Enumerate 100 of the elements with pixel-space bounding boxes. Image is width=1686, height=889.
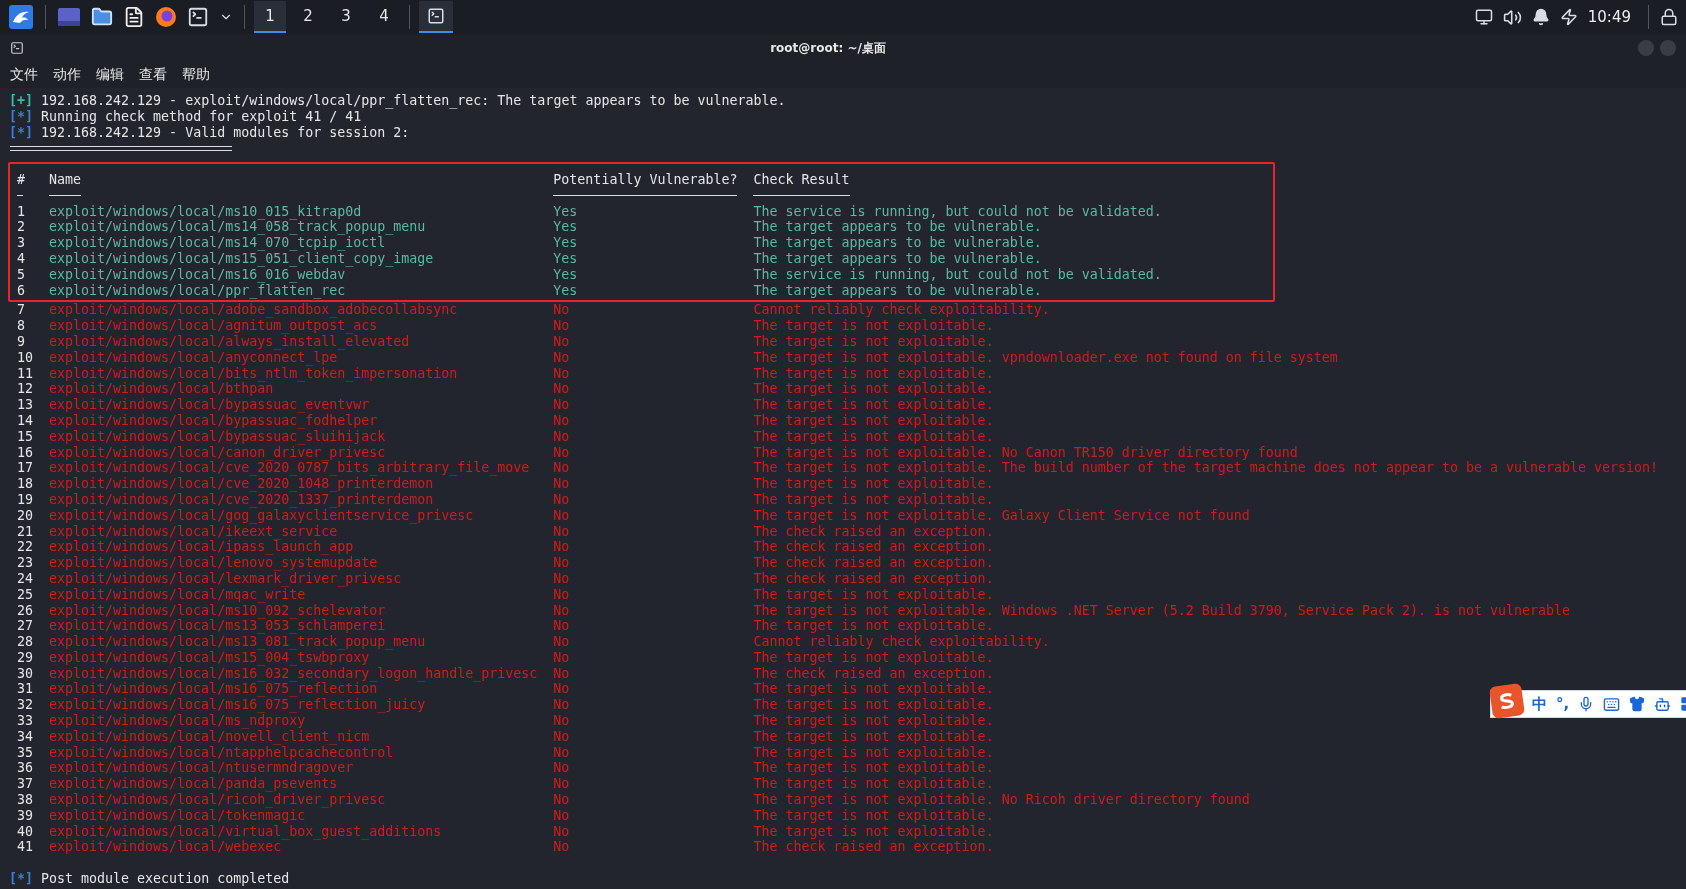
check-result: The target is not exploitable. bbox=[753, 381, 994, 398]
check-result: The target is not exploitable. bbox=[753, 491, 994, 508]
output-line: 192.168.242.129 - exploit/windows/local/ppr_flatten_rec: The target appears to be vulnerable. bbox=[41, 93, 786, 109]
status-marker: [*] bbox=[9, 871, 34, 887]
row-number: 34 bbox=[17, 728, 33, 745]
check-result: The target is not exploitable. bbox=[753, 397, 994, 413]
module-name: exploit/windows/local/ms16_075_reflection_juicy bbox=[49, 697, 426, 714]
workspace-tab[interactable]: 4 bbox=[368, 1, 400, 33]
row-number: 4 bbox=[17, 250, 25, 267]
row-number: 1 bbox=[17, 203, 25, 220]
menu-item[interactable]: 动作 bbox=[53, 66, 81, 84]
vulnerable-value: No bbox=[553, 602, 570, 619]
check-result: The target is not exploitable. bbox=[753, 776, 994, 793]
check-result: The target is not exploitable. No Canon TR150 driver directory found bbox=[753, 444, 1298, 461]
terminal-icon bbox=[10, 41, 24, 55]
check-result: The check raised an exception. bbox=[753, 570, 994, 587]
robot-icon[interactable] bbox=[1654, 695, 1672, 713]
name-header: Name bbox=[49, 172, 82, 188]
vulnerable-value: No bbox=[553, 665, 570, 682]
module-name: exploit/windows/local/ms14_070_tcpip_ioctl bbox=[49, 235, 386, 251]
input-mode-toggle[interactable]: 中 bbox=[1532, 694, 1547, 714]
check-result: The target is not exploitable. bbox=[753, 713, 994, 729]
module-name: exploit/windows/local/bypassuac_fodhelper bbox=[49, 412, 378, 429]
output-line: 192.168.242.129 - Valid modules for session 2: bbox=[41, 124, 410, 141]
terminal-task-button[interactable] bbox=[419, 1, 453, 33]
check-result: The check raised an exception. bbox=[753, 539, 994, 556]
row-number: 30 bbox=[17, 665, 33, 682]
shirt-icon[interactable] bbox=[1629, 696, 1646, 712]
workspace-tab[interactable]: 2 bbox=[292, 1, 324, 33]
check-result: The target is not exploitable. bbox=[753, 807, 994, 824]
module-name: exploit/windows/local/adobe_sandbox_adobecollabsync bbox=[49, 302, 458, 319]
menu-item[interactable]: 查看 bbox=[139, 66, 167, 84]
module-name: exploit/windows/local/bits_ntlm_token_impersonation bbox=[49, 365, 458, 382]
module-name: exploit/windows/local/ntusermndragover bbox=[49, 760, 354, 777]
module-name: exploit/windows/local/ms13_081_track_popup_menu bbox=[49, 634, 426, 650]
workspace-tab[interactable]: 3 bbox=[330, 1, 362, 33]
keyboard-icon[interactable] bbox=[1603, 695, 1621, 713]
vulnerable-value: No bbox=[553, 333, 570, 350]
check-result: The service is running, but could not be validated. bbox=[753, 203, 1162, 220]
row-number: 28 bbox=[17, 634, 33, 650]
output-line: Running check method for exploit 41 / 41 bbox=[41, 108, 362, 125]
module-name: exploit/windows/local/cve_2020_1337_printerdemon bbox=[49, 491, 434, 508]
check-result: The target appears to be vulnerable. bbox=[753, 219, 1042, 236]
workspace-tab[interactable]: 1 bbox=[254, 1, 286, 33]
result-header: Check Result bbox=[753, 172, 850, 188]
row-number: 14 bbox=[17, 412, 33, 429]
check-result: The target is not exploitable. bbox=[753, 586, 994, 603]
row-number: 41 bbox=[17, 839, 33, 856]
vulnerable-value: No bbox=[553, 523, 570, 540]
menu-item[interactable]: 帮助 bbox=[182, 66, 210, 84]
vulnerable-value: No bbox=[553, 618, 570, 635]
module-name: exploit/windows/local/bthpan bbox=[49, 381, 274, 398]
check-result: The target appears to be vulnerable. bbox=[753, 235, 1042, 251]
check-result: The target is not exploitable. Windows .NET Server (5.2 Build 3790, Service Pack 2). is not vulnerable bbox=[753, 602, 1571, 619]
vulnerable-value: No bbox=[553, 428, 570, 445]
check-result: The target is not exploitable. bbox=[753, 333, 994, 350]
vulnerable-value: No bbox=[553, 586, 570, 603]
module-name: exploit/windows/local/cve_2020_0787_bits_arbitrary_file_move bbox=[49, 460, 530, 477]
check-result: The check raised an exception. bbox=[753, 665, 994, 682]
row-number: 2 bbox=[17, 219, 25, 236]
module-name: exploit/windows/local/novell_client_nicm bbox=[49, 728, 370, 745]
check-result: The target is not exploitable. bbox=[753, 428, 994, 445]
dragon-logo-icon[interactable] bbox=[6, 2, 36, 32]
vulnerable-value: Yes bbox=[553, 235, 578, 251]
check-result: The target is not exploitable. vpndownloader.exe not found on file system bbox=[753, 349, 1338, 366]
module-name: exploit/windows/local/virtual_box_guest_additions bbox=[49, 823, 442, 840]
module-name: exploit/windows/local/always_install_elevated bbox=[49, 333, 410, 350]
module-name: exploit/windows/local/ikeext_service bbox=[49, 523, 338, 540]
vulnerable-value: Yes bbox=[553, 282, 578, 299]
row-number: 35 bbox=[17, 744, 33, 761]
browser-icon[interactable] bbox=[153, 4, 179, 30]
module-name: exploit/windows/local/ms14_058_track_popup_menu bbox=[49, 219, 426, 236]
menu-item[interactable]: 编辑 bbox=[96, 66, 124, 84]
row-number: 6 bbox=[17, 282, 25, 299]
module-name: exploit/windows/local/lexmark_driver_privesc bbox=[49, 570, 402, 587]
vulnerable-header: Potentially Vulnerable? bbox=[553, 172, 738, 188]
module-name: exploit/windows/local/ms10_092_schelevator bbox=[49, 602, 386, 619]
check-result: The service is running, but could not be validated. bbox=[753, 266, 1162, 283]
status-marker: [+] bbox=[9, 93, 34, 109]
row-number: 24 bbox=[17, 570, 33, 587]
module-name: exploit/windows/local/anyconnect_lpe bbox=[49, 349, 338, 366]
row-number: 10 bbox=[17, 349, 33, 366]
module-name: exploit/windows/local/ms15_051_client_copy_image bbox=[49, 250, 434, 267]
menu-item[interactable]: 文件 bbox=[10, 66, 38, 84]
vulnerable-value: No bbox=[553, 792, 570, 808]
module-name: exploit/windows/local/mqac_write bbox=[49, 586, 306, 603]
punctuation-toggle[interactable]: °, bbox=[1556, 695, 1570, 713]
check-result: Cannot reliably check exploitability. bbox=[753, 302, 1050, 319]
module-name: exploit/windows/local/ntapphelpcachecontrol bbox=[49, 744, 394, 761]
module-name: exploit/windows/local/lenovo_systemupdate bbox=[49, 555, 378, 571]
module-name: exploit/windows/local/tokenmagic bbox=[49, 807, 306, 824]
vulnerable-value: No bbox=[553, 744, 570, 761]
vulnerable-value: No bbox=[553, 681, 570, 698]
row-number: 18 bbox=[17, 476, 33, 492]
vulnerable-value: No bbox=[553, 555, 570, 571]
check-result: The target is not exploitable. bbox=[753, 318, 994, 334]
row-number: 9 bbox=[17, 333, 25, 350]
vulnerable-value: No bbox=[553, 713, 570, 729]
check-result: The target is not exploitable. bbox=[753, 476, 994, 492]
vulnerable-value: No bbox=[553, 697, 570, 714]
